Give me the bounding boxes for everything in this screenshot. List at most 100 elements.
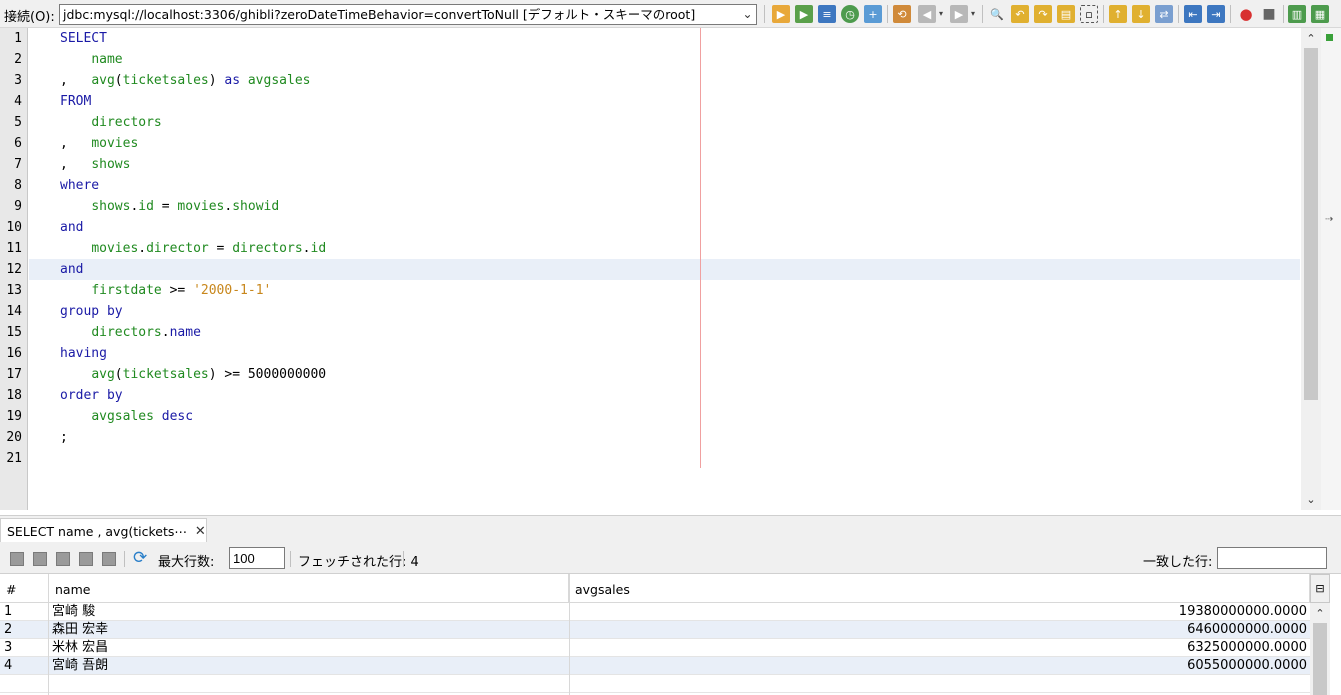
stop-macro-icon[interactable]: ■: [1260, 5, 1278, 23]
line-number: 4: [14, 94, 22, 109]
line-number-gutter: 1 2 3 4 5 6 7 8 9 10 11 12 13 14 15 16 17 18 19 20 21: [0, 28, 28, 510]
insert-record-icon[interactable]: [10, 552, 24, 566]
commit-icon[interactable]: [56, 552, 70, 566]
column-header-name[interactable]: name: [49, 574, 569, 603]
avgsales-cell: 19380000000.0000: [1178, 604, 1307, 619]
previous-edit-icon[interactable]: ⟲: [893, 5, 911, 23]
row-index-cell: 2: [4, 622, 13, 637]
back-icon[interactable]: ◀: [918, 5, 936, 23]
code-token: order by: [60, 388, 123, 403]
column-header-index[interactable]: #: [0, 574, 49, 603]
tab-query-result[interactable]: SELECT name , avg(tickets⋯ ✕: [0, 518, 207, 543]
history-icon[interactable]: ◷: [841, 5, 859, 23]
column-chooser-icon[interactable]: ⊟: [1310, 574, 1330, 603]
code-token: avgsales: [247, 73, 311, 88]
scroll-down-icon[interactable]: ⌄: [1301, 490, 1321, 508]
code-line: and: [60, 217, 83, 238]
table-row[interactable]: 4 宮崎 吾朗 6055000000.0000: [0, 657, 1310, 675]
code-token: directors: [91, 115, 162, 130]
toolbar-separator: [1230, 5, 1231, 23]
chart-icon[interactable]: ▥: [1288, 5, 1306, 23]
cancel-edit-icon[interactable]: [79, 552, 93, 566]
next-bookmark-icon[interactable]: ↓: [1132, 5, 1150, 23]
name-cell: 森田 宏幸: [52, 622, 109, 637]
code-token: ,: [60, 157, 92, 172]
scrollbar-thumb[interactable]: [1304, 48, 1318, 400]
record-macro-icon[interactable]: ●: [1237, 5, 1255, 23]
find-next-icon[interactable]: ↷: [1034, 5, 1052, 23]
line-number: 13: [6, 283, 22, 298]
editor-vertical-scrollbar[interactable]: ⌃ ⌄: [1301, 28, 1321, 510]
toolbar-separator: [1103, 5, 1104, 23]
forward-icon[interactable]: ▶: [950, 5, 968, 23]
code-line: ;: [60, 427, 68, 448]
code-area[interactable]: SELECT name, avg(ticketsales) as avgsale…: [29, 28, 1301, 510]
grid-vertical-scrollbar[interactable]: ⌃: [1310, 603, 1330, 695]
toggle-highlight-icon[interactable]: ▤: [1057, 5, 1075, 23]
name-cell: 宮崎 駿: [52, 604, 96, 619]
line-number: 19: [6, 409, 22, 424]
find-previous-icon[interactable]: ↶: [1011, 5, 1029, 23]
code-token: .: [302, 241, 311, 256]
matching-rows-label: 一致した行:: [1143, 555, 1213, 570]
result-tabs: SELECT name , avg(tickets⋯ ✕: [0, 515, 1341, 543]
max-rows-label: 最大行数:: [158, 555, 215, 570]
shift-left-icon[interactable]: ⇤: [1184, 5, 1202, 23]
code-token: avgsales: [91, 409, 154, 424]
run-sql-icon[interactable]: ▶: [772, 5, 790, 23]
close-icon[interactable]: ✕: [195, 524, 206, 539]
max-rows-input[interactable]: [229, 547, 285, 569]
toolbar-separator: [290, 551, 291, 567]
code-token: FROM: [60, 94, 92, 109]
code-line: name: [60, 49, 122, 70]
toolbar-separator: [1178, 5, 1179, 23]
forward-dropdown-icon[interactable]: ▾: [971, 9, 975, 18]
matching-rows-input[interactable]: [1217, 547, 1327, 569]
avgsales-cell: 6055000000.0000: [1187, 658, 1307, 673]
refresh-icon[interactable]: ⟳: [133, 548, 147, 568]
explain-icon[interactable]: ≡: [818, 5, 836, 23]
code-line: SELECT: [60, 28, 107, 49]
name-cell: 米林 宏昌: [52, 640, 109, 655]
toolbar-separator: [403, 551, 404, 567]
row-index-cell: 4: [4, 658, 13, 673]
code-token: name: [169, 325, 201, 340]
scrollbar-thumb[interactable]: [1313, 623, 1327, 695]
split-arrow-icon[interactable]: ⇢: [1325, 214, 1333, 225]
new-tab-icon[interactable]: +: [864, 5, 882, 23]
sql-editor: 1 2 3 4 5 6 7 8 9 10 11 12 13 14 15 16 17 18 19 20 21 SELECT…: [0, 28, 1341, 513]
code-token: id: [138, 199, 154, 214]
code-token: shows: [91, 157, 131, 172]
scroll-up-icon[interactable]: ⌃: [1310, 605, 1330, 621]
export-icon[interactable]: [102, 552, 116, 566]
delete-record-icon[interactable]: [33, 552, 47, 566]
code-token: as: [224, 73, 241, 88]
shift-right-icon[interactable]: ⇥: [1207, 5, 1225, 23]
line-number: 7: [14, 157, 22, 172]
toolbar-separator: [764, 5, 765, 23]
column-header-avgsales[interactable]: avgsales: [569, 574, 1310, 603]
line-number: 21: [6, 451, 22, 466]
line-number: 5: [14, 115, 22, 130]
scroll-up-icon[interactable]: ⌃: [1301, 29, 1321, 47]
prev-bookmark-icon[interactable]: ↑: [1109, 5, 1127, 23]
connection-select[interactable]: jdbc:mysql://localhost:3306/ghibli?zeroD…: [59, 4, 757, 25]
table-row[interactable]: 2 森田 宏幸 6460000000.0000: [0, 621, 1310, 639]
code-token: ): [208, 73, 225, 88]
find-icon[interactable]: 🔍: [988, 5, 1006, 23]
run-statement-icon[interactable]: ▶: [795, 5, 813, 23]
back-dropdown-icon[interactable]: ▾: [939, 9, 943, 18]
toggle-bookmark-icon[interactable]: ⇄: [1155, 5, 1173, 23]
code-line: order by: [60, 385, 123, 406]
column-divider: [569, 574, 570, 695]
chevron-down-icon[interactable]: ⌄: [739, 5, 756, 24]
code-token: having: [60, 346, 107, 361]
line-number: 17: [6, 367, 22, 382]
table-row[interactable]: 3 米林 宏昌 6325000000.0000: [0, 639, 1310, 657]
select-rect-icon[interactable]: ▫: [1080, 5, 1098, 23]
table-row[interactable]: 1 宮崎 駿 19380000000.0000: [0, 603, 1310, 621]
chart-options-icon[interactable]: ▦: [1311, 5, 1329, 23]
